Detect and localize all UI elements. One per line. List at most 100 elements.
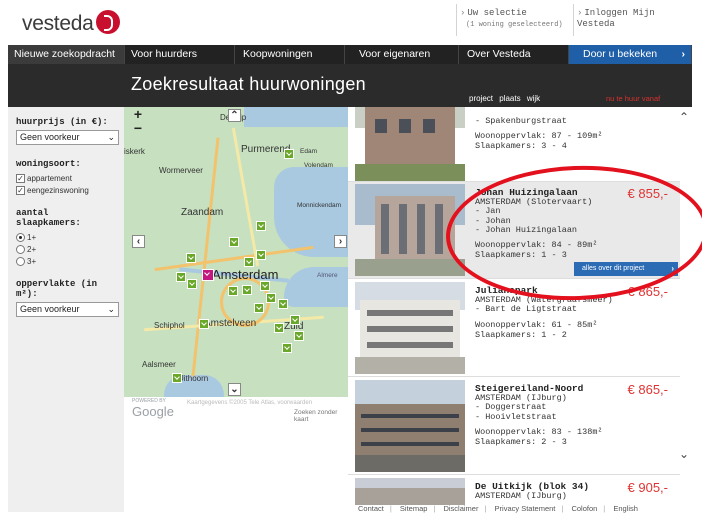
- footer-link-contact[interactable]: Contact: [358, 504, 384, 513]
- search-without-map-link[interactable]: Zoeken zonder kaart: [294, 409, 348, 423]
- rooms-option-2[interactable]: 2+: [16, 243, 118, 255]
- map-marker[interactable]: [290, 315, 300, 325]
- map-marker[interactable]: [199, 319, 209, 329]
- map-marker[interactable]: [242, 285, 252, 295]
- type-option-house[interactable]: ✓ eengezinswoning: [16, 184, 118, 196]
- sort-district[interactable]: wijk: [527, 94, 540, 103]
- map-label: Monnickendam: [297, 202, 342, 209]
- map-label: Zaandam: [181, 207, 224, 218]
- result-area: Woonoppervlak: 84 - 89m²: [475, 240, 598, 250]
- map-marker[interactable]: [260, 281, 270, 291]
- login-link[interactable]: › Inloggen Mijn Vesteda: [577, 8, 692, 30]
- price-select-value: Geen voorkeur: [20, 132, 80, 142]
- radio-icon[interactable]: [16, 256, 25, 266]
- result-photo[interactable]: [355, 478, 465, 505]
- result-item[interactable]: - Spakenburgstraat Woonoppervlak: 87 - 1…: [348, 107, 680, 182]
- nav-item-about[interactable]: Over Vesteda: [459, 45, 569, 64]
- pan-up-icon[interactable]: ⌃: [228, 109, 241, 122]
- main-nav: Nieuwe zoekopdracht Voor huurders Koopwo…: [8, 45, 692, 64]
- radio-selected-icon[interactable]: [16, 232, 25, 242]
- result-photo[interactable]: [355, 184, 465, 276]
- map-marker[interactable]: [294, 331, 304, 341]
- map-water-ijmeer: [284, 267, 348, 307]
- map-marker[interactable]: [229, 237, 239, 247]
- checkbox-checked-icon[interactable]: ✓: [16, 185, 25, 195]
- arrow-right-icon: ›: [460, 8, 466, 18]
- area-select-value: Geen voorkeur: [20, 304, 80, 314]
- nav-item-viewed[interactable]: Door u bekeken ›: [569, 45, 692, 64]
- rooms-option-1[interactable]: 1+: [16, 231, 118, 243]
- type-option-apartment[interactable]: ✓ appartement: [16, 172, 118, 184]
- result-streets: - Doggerstraat - Hooivletstraat: [475, 402, 557, 422]
- map-marker[interactable]: [187, 279, 197, 289]
- selection-label: Uw selectie: [467, 8, 527, 18]
- map-label: iskerk: [124, 147, 145, 156]
- map[interactable]: De Rijp iskerk Purmerend Edam Volendam W…: [124, 107, 348, 397]
- result-streets: - Bart de Ligtstraat: [475, 304, 577, 315]
- photo-window: [375, 119, 387, 133]
- map-marker[interactable]: [256, 221, 266, 231]
- map-marker[interactable]: [176, 272, 186, 282]
- result-price: € 865,-: [627, 382, 668, 397]
- pan-left-icon[interactable]: ‹: [132, 235, 145, 248]
- scroll-down-icon[interactable]: ⌄: [679, 447, 689, 461]
- result-photo[interactable]: [355, 107, 465, 181]
- pan-right-icon[interactable]: ›: [334, 235, 347, 248]
- result-photo[interactable]: [355, 282, 465, 374]
- map-label: Wormerveer: [159, 166, 203, 175]
- map-label: Amsterdam: [212, 267, 279, 282]
- map-marker-selected[interactable]: [202, 269, 214, 281]
- checkbox-checked-icon[interactable]: ✓: [16, 173, 25, 183]
- result-streets: - Jan - Johan - Johan Huizingalaan: [475, 206, 577, 236]
- map-credit: Kaartgegevens ©2005 Tele Atlas, voorwaar…: [187, 400, 313, 406]
- map-marker[interactable]: [282, 343, 292, 353]
- nav-item-new-search[interactable]: Nieuwe zoekopdracht: [8, 45, 125, 64]
- footer-link-disclaimer[interactable]: Disclaimer: [443, 504, 478, 513]
- result-item[interactable]: De Uitkijk (blok 34) AMSTERDAM (IJburg) …: [348, 476, 680, 505]
- sort-price[interactable]: nu te huur vanaf: [606, 94, 660, 103]
- price-filter-label: huurprijs (in €):: [16, 117, 108, 127]
- result-item-selected[interactable]: Johan Huizingalaan AMSTERDAM (Slotervaar…: [348, 182, 680, 279]
- zoom-out-icon[interactable]: −: [132, 121, 144, 135]
- scroll-up-icon[interactable]: ⌃: [679, 110, 689, 124]
- map-marker[interactable]: [172, 373, 182, 383]
- map-marker[interactable]: [278, 299, 288, 309]
- vesteda-logo[interactable]: vesteda: [22, 10, 121, 36]
- result-item[interactable]: Steigereiland-Noord AMSTERDAM (IJburg) -…: [348, 378, 680, 475]
- nav-item-tenants[interactable]: Voor huurders: [125, 45, 235, 64]
- rooms-option-label: 3+: [27, 256, 37, 266]
- map-label: Amstelveen: [204, 318, 257, 329]
- nav-item-buy[interactable]: Koopwoningen: [235, 45, 345, 64]
- map-marker[interactable]: [254, 303, 264, 313]
- footer-link-privacy[interactable]: Privacy Statement: [495, 504, 556, 513]
- radio-icon[interactable]: [16, 244, 25, 254]
- result-photo[interactable]: [355, 380, 465, 472]
- footer-link-colofon[interactable]: Colofon: [571, 504, 597, 513]
- footer-link-english[interactable]: English: [613, 504, 638, 513]
- map-marker[interactable]: [266, 293, 276, 303]
- sort-project[interactable]: project: [469, 94, 493, 103]
- result-area: Woonoppervlak: 87 - 109m²: [475, 131, 603, 141]
- map-label: Edam: [300, 148, 317, 155]
- nav-viewed-label: Door u bekeken: [583, 48, 658, 60]
- map-marker[interactable]: [284, 149, 294, 159]
- area-select[interactable]: Geen voorkeur ⌄: [16, 302, 119, 317]
- map-marker[interactable]: [186, 253, 196, 263]
- price-select[interactable]: Geen voorkeur ⌄: [16, 130, 119, 145]
- map-marker[interactable]: [228, 286, 238, 296]
- pan-down-icon[interactable]: ⌄: [228, 383, 241, 396]
- photo-window: [381, 204, 389, 254]
- result-area: Woonoppervlak: 61 - 85m²: [475, 320, 598, 330]
- nav-item-owners[interactable]: Voor eigenaren: [345, 45, 459, 64]
- map-marker[interactable]: [244, 257, 254, 267]
- rooms-option-3[interactable]: 3+: [16, 255, 118, 267]
- map-marker[interactable]: [274, 323, 284, 333]
- photo-ground: [355, 455, 465, 472]
- map-marker[interactable]: [256, 250, 266, 260]
- selection-link[interactable]: › Uw selectie (1 woning geselecteerd): [460, 8, 563, 31]
- footer-link-sitemap[interactable]: Sitemap: [400, 504, 428, 513]
- sort-city[interactable]: plaats: [499, 94, 520, 103]
- result-item[interactable]: Julianapark AMSTERDAM (Watergraafsmeer) …: [348, 280, 680, 377]
- type-option-label: appartement: [27, 173, 72, 183]
- project-details-button[interactable]: alles over dit project ›: [574, 262, 678, 276]
